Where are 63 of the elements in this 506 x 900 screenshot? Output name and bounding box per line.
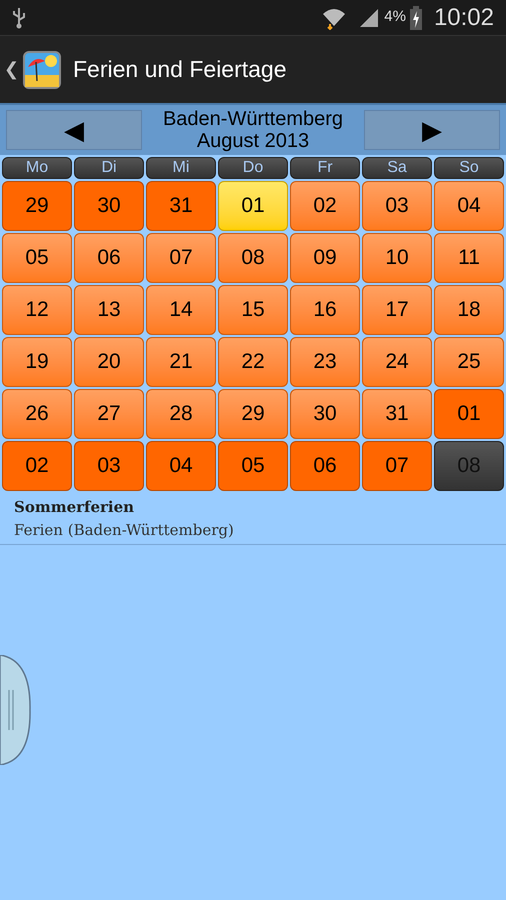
day-cell[interactable]: 08 — [218, 233, 288, 283]
day-cell[interactable]: 29 — [2, 181, 72, 231]
day-cell[interactable]: 31 — [146, 181, 216, 231]
day-cell[interactable]: 05 — [218, 441, 288, 491]
day-cell[interactable]: 11 — [434, 233, 504, 283]
event-subtitle: Ferien (Baden-Württemberg) — [14, 520, 235, 540]
weekday-header: Do — [218, 157, 288, 179]
day-cell[interactable]: 26 — [2, 389, 72, 439]
clock: 10:02 — [434, 2, 494, 32]
day-cell[interactable]: 04 — [434, 181, 504, 231]
day-cell[interactable]: 02 — [290, 181, 360, 231]
day-cell[interactable]: 01 — [434, 389, 504, 439]
day-cell[interactable]: 07 — [362, 441, 432, 491]
day-cell[interactable]: 29 — [218, 389, 288, 439]
day-cell[interactable]: 18 — [434, 285, 504, 335]
battery-charging-icon — [410, 6, 422, 30]
day-cell[interactable]: 17 — [362, 285, 432, 335]
day-cell[interactable]: 31 — [362, 389, 432, 439]
month-label: August 2013 — [196, 130, 310, 152]
weekday-header: Mo — [2, 157, 72, 179]
day-cell[interactable]: 16 — [290, 285, 360, 335]
beach-umbrella-icon — [23, 50, 61, 88]
day-cell[interactable]: 25 — [434, 337, 504, 387]
day-cell[interactable]: 20 — [74, 337, 144, 387]
weekday-header: Sa — [362, 157, 432, 179]
usb-icon — [12, 6, 26, 28]
day-cell[interactable]: 12 — [2, 285, 72, 335]
weekday-header: Di — [74, 157, 144, 179]
day-cell[interactable]: 19 — [2, 337, 72, 387]
drawer-handle[interactable] — [0, 655, 31, 765]
day-cell[interactable]: 10 — [362, 233, 432, 283]
back-button[interactable]: ❮ — [4, 56, 19, 83]
day-cell[interactable]: 15 — [218, 285, 288, 335]
day-cell[interactable]: 13 — [74, 285, 144, 335]
day-cell[interactable]: 03 — [362, 181, 432, 231]
day-cell[interactable]: 07 — [146, 233, 216, 283]
battery-percent: 4% — [384, 7, 406, 28]
weekday-header: Fr — [290, 157, 360, 179]
day-cell[interactable]: 01 — [218, 181, 288, 231]
day-cell[interactable]: 23 — [290, 337, 360, 387]
day-cell[interactable]: 27 — [74, 389, 144, 439]
day-cell[interactable]: 28 — [146, 389, 216, 439]
app-title: Ferien und Feiertage — [73, 55, 287, 84]
day-cell[interactable]: 05 — [2, 233, 72, 283]
region-label: Baden-Württemberg — [162, 108, 344, 130]
day-cell[interactable]: 06 — [290, 441, 360, 491]
day-cell[interactable]: 09 — [290, 233, 360, 283]
day-cell[interactable]: 04 — [146, 441, 216, 491]
day-cell[interactable]: 24 — [362, 337, 432, 387]
day-cell[interactable]: 22 — [218, 337, 288, 387]
day-cell[interactable]: 03 — [74, 441, 144, 491]
day-cell[interactable]: 14 — [146, 285, 216, 335]
next-month-button[interactable]: ▶ — [364, 110, 500, 150]
day-cell[interactable]: 02 — [2, 441, 72, 491]
previous-month-button[interactable]: ◀ — [6, 110, 142, 150]
signal-icon — [358, 6, 380, 28]
day-cell[interactable]: 06 — [74, 233, 144, 283]
weekday-header: So — [434, 157, 504, 179]
weekday-header: Mi — [146, 157, 216, 179]
event-title: Sommerferien — [14, 497, 136, 518]
day-cell[interactable]: 30 — [290, 389, 360, 439]
day-cell[interactable]: 21 — [146, 337, 216, 387]
day-cell[interactable]: 30 — [74, 181, 144, 231]
